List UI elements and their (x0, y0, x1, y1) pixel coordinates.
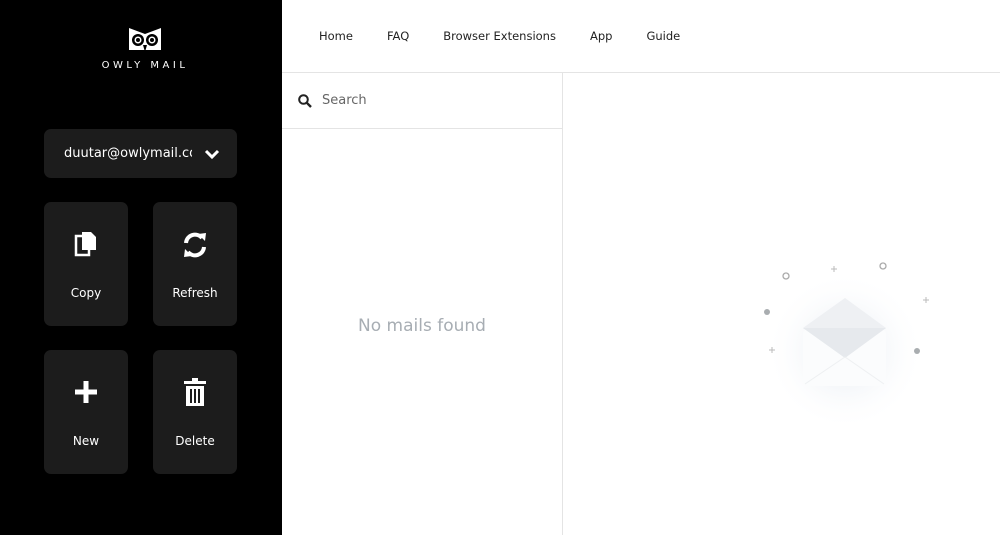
nav-guide[interactable]: Guide (646, 29, 680, 43)
account-email: duutar@owlymail.com (64, 146, 192, 161)
top-nav: Home FAQ Browser Extensions App Guide (282, 0, 1000, 73)
nav-faq[interactable]: FAQ (387, 29, 409, 43)
delete-label: Delete (175, 434, 215, 448)
new-label: New (72, 434, 100, 448)
brand-name: OWLY MAIL (101, 60, 189, 71)
delete-button[interactable]: Delete (153, 350, 237, 474)
new-button[interactable]: New (44, 350, 128, 474)
chevron-down-icon (204, 149, 220, 159)
refresh-label: Refresh (172, 286, 218, 300)
nav-app[interactable]: App (590, 29, 612, 43)
search-input[interactable] (322, 93, 522, 108)
search-bar (282, 73, 562, 129)
logo[interactable]: OWLY MAIL (90, 26, 200, 71)
mail-viewer-panel (563, 73, 1000, 535)
copy-label: Copy (70, 286, 102, 300)
copy-icon (74, 232, 96, 257)
search-icon (298, 93, 312, 108)
nav-browser-extensions[interactable]: Browser Extensions (443, 29, 556, 43)
mail-list-panel: No mails found (282, 73, 563, 535)
empty-state-text: No mails found (358, 316, 486, 336)
plus-icon (75, 381, 97, 403)
trash-icon (184, 378, 206, 406)
refresh-button[interactable]: Refresh (153, 202, 237, 326)
copy-button[interactable]: Copy (44, 202, 128, 326)
sidebar: OWLY MAIL duutar@owlymail.com Copy Refre… (0, 0, 282, 535)
nav-home[interactable]: Home (319, 29, 353, 43)
refresh-icon (184, 232, 206, 258)
empty-envelope-illustration (764, 262, 929, 423)
owl-logo-icon (129, 28, 161, 52)
account-dropdown[interactable]: duutar@owlymail.com (44, 129, 237, 178)
